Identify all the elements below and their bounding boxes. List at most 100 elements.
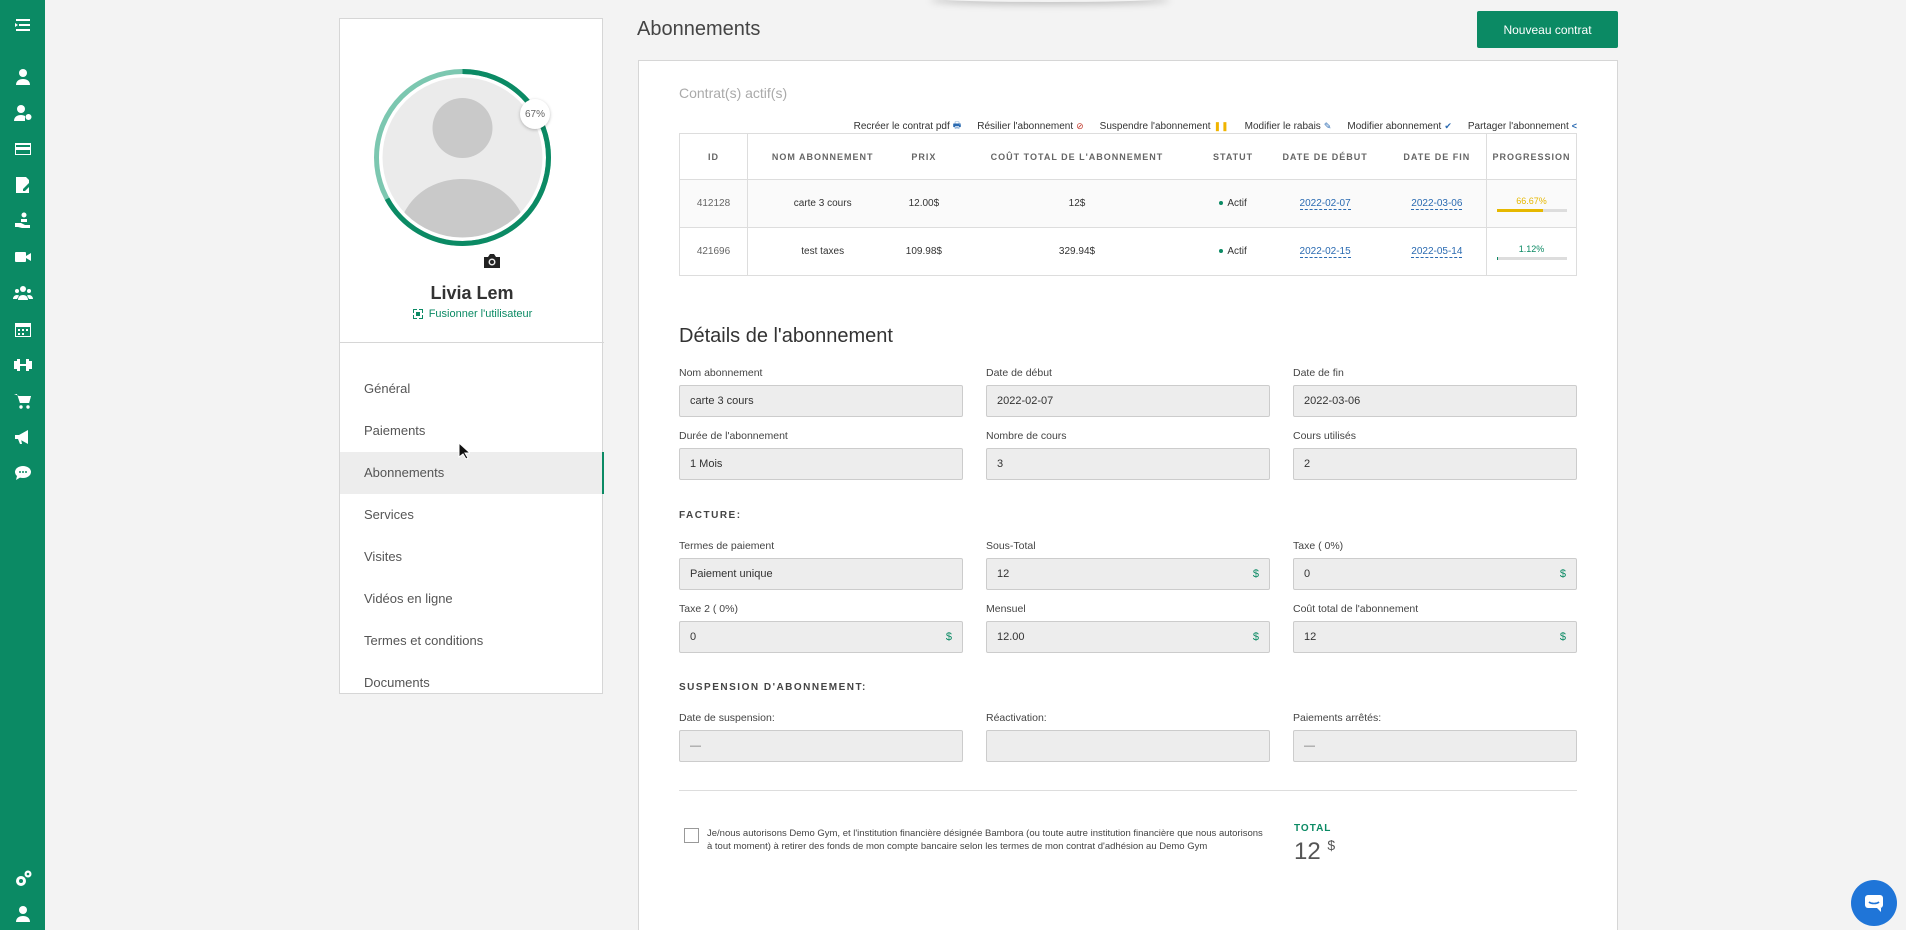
video-icon[interactable] [0,242,45,272]
table-header-row: ID Nom abonnement Prix Coût total de l'a… [679,133,1577,180]
nav-item-visits[interactable]: Visites [340,536,604,578]
mouse-cursor-icon [458,442,470,460]
start-date-field: Date de début 2022-02-07 [986,367,1270,417]
field-value[interactable]: 2022-02-07 [986,385,1270,417]
edit-subscription-action[interactable]: Modifier abonnement ✔ [1347,118,1452,134]
field-label: Date de fin [1293,367,1344,379]
nav-item-subscriptions[interactable]: Abonnements [340,452,604,494]
field-label: Termes de paiement [679,540,775,552]
dumbbell-icon[interactable] [0,350,45,380]
field-input[interactable]: 12 $ [986,558,1270,590]
field-value: 12 [997,568,1010,580]
authorization-text: Je/nous autorisons Demo Gym, et l'instit… [707,828,1263,852]
field-input[interactable]: 12 $ [1293,621,1577,653]
cancel-subscription-action[interactable]: Résilier l'abonnement ⊘ [977,118,1083,134]
field-label: Paiements arrêtés: [1293,712,1382,724]
field-input[interactable]: 12.00 $ [986,621,1270,653]
settings-icon[interactable] [0,864,45,894]
field-label: Taxe ( 0%) [1293,540,1344,552]
nav-item-terms[interactable]: Termes et conditions [340,620,604,662]
column-header: Progression [1486,133,1577,180]
new-contract-button[interactable]: Nouveau contrat [1477,11,1618,48]
recreate-pdf-action[interactable]: Recréer le contrat pdf 🖶 [854,118,962,134]
megaphone-icon[interactable] [0,422,45,452]
column-header: Prix [897,133,951,180]
nav-item-general[interactable]: Général [340,368,604,410]
field-value[interactable]: 1 Mois [679,448,963,480]
payment-terms-field: Termes de paiement Paiement unique [679,540,963,590]
currency-symbol: $ [1559,568,1566,580]
field-value: 0 [690,631,697,643]
end-date-link[interactable]: 2022-05-14 [1411,246,1463,258]
menu-icon[interactable] [0,10,45,40]
total-amount: 12 $ [1294,837,1335,866]
total-cost-field: Coût total de l'abonnement 12 $ [1293,603,1577,653]
field-input[interactable]: 0 $ [1293,558,1577,590]
field-value: 12 [1304,631,1317,643]
contract-icon[interactable] [0,170,45,200]
pause-icon: ❚❚ [1213,120,1229,131]
contract-actions: Recréer le contrat pdf 🖶 Résilier l'abonn… [854,118,1577,134]
edit-icon: ✎ [1323,120,1332,131]
field-label: Réactivation: [986,712,1047,724]
cell-status: Actif [1203,227,1263,276]
authorization-checkbox[interactable] [684,828,699,843]
start-date-link[interactable]: 2022-02-15 [1299,246,1351,258]
camera-icon[interactable] [482,253,502,269]
invoice-heading: FACTURE: [679,510,742,521]
group-icon[interactable] [0,278,45,308]
calendar-icon[interactable] [0,314,45,344]
cell-price: 109.98$ [897,227,951,276]
end-date-link[interactable]: 2022-03-06 [1411,198,1463,210]
edit-discount-action[interactable]: Modifier le rabais ✎ [1245,118,1332,134]
hand-icon[interactable] [0,206,45,236]
field-input[interactable]: 0 $ [679,621,963,653]
user-settings-icon[interactable] [0,98,45,128]
nav-item-online-videos[interactable]: Vidéos en ligne [340,578,604,620]
subtotal-field: Sous-Total 12 $ [986,540,1270,590]
account-icon[interactable] [0,899,45,929]
merge-user-link[interactable]: Fusionner l'utilisateur [340,308,604,320]
nav-item-payments[interactable]: Paiements [340,410,604,452]
progress-label: 66.67% [1516,195,1547,206]
avatar[interactable] [371,66,554,268]
suspend-subscription-action[interactable]: Suspendre l'abonnement ❚❚ [1100,118,1229,134]
active-contracts-table: ID Nom abonnement Prix Coût total de l'a… [679,133,1577,276]
currency-symbol: $ [1559,631,1566,643]
cell-price: 12.00$ [897,179,951,228]
progress-fill [1496,208,1544,212]
field-value[interactable]: 3 [986,448,1270,480]
field-value[interactable]: — [679,730,963,762]
start-date-link[interactable]: 2022-02-07 [1299,198,1351,210]
credit-card-icon[interactable] [0,134,45,164]
cell-total: 12$ [950,179,1204,228]
merge-icon [412,309,423,319]
field-value[interactable]: carte 3 cours [679,385,963,417]
field-value[interactable]: — [1293,730,1577,762]
column-header: Nom abonnement [747,133,898,180]
table-row[interactable]: 421696 test taxes 109.98$ 329.94$ Actif … [679,227,1577,276]
cell-name: carte 3 cours [747,179,898,228]
chat-icon[interactable] [0,458,45,488]
field-value[interactable]: 2 [1293,448,1577,480]
nav-item-services[interactable]: Services [340,494,604,536]
table-row[interactable]: 412128 carte 3 cours 12.00$ 12$ Actif 20… [679,179,1577,228]
field-label: Date de début [986,367,1052,379]
cell-status: Actif [1203,179,1263,228]
cell-progress: 1.12% [1486,227,1577,276]
profile-card: 67% Livia Lem Fusionner l'utilisateur Gé… [339,18,604,694]
user-icon[interactable] [0,62,45,92]
share-subscription-action[interactable]: Partager l'abonnement < [1468,118,1577,134]
completion-percent: 67% [520,99,550,129]
cell-start: 2022-02-15 [1262,227,1388,276]
field-value[interactable]: 2022-03-06 [1293,385,1577,417]
nav-item-documents[interactable]: Documents [340,662,604,704]
stopped-payments-field: Paiements arrêtés: — [1293,712,1577,762]
cell-id: 412128 [679,179,748,228]
chat-widget-button[interactable] [1851,880,1897,926]
cancel-icon: ⊘ [1076,120,1084,131]
field-value[interactable]: Paiement unique [679,558,963,590]
cart-icon[interactable] [0,386,45,416]
field-value[interactable] [986,730,1270,762]
column-header: ID [679,133,748,180]
